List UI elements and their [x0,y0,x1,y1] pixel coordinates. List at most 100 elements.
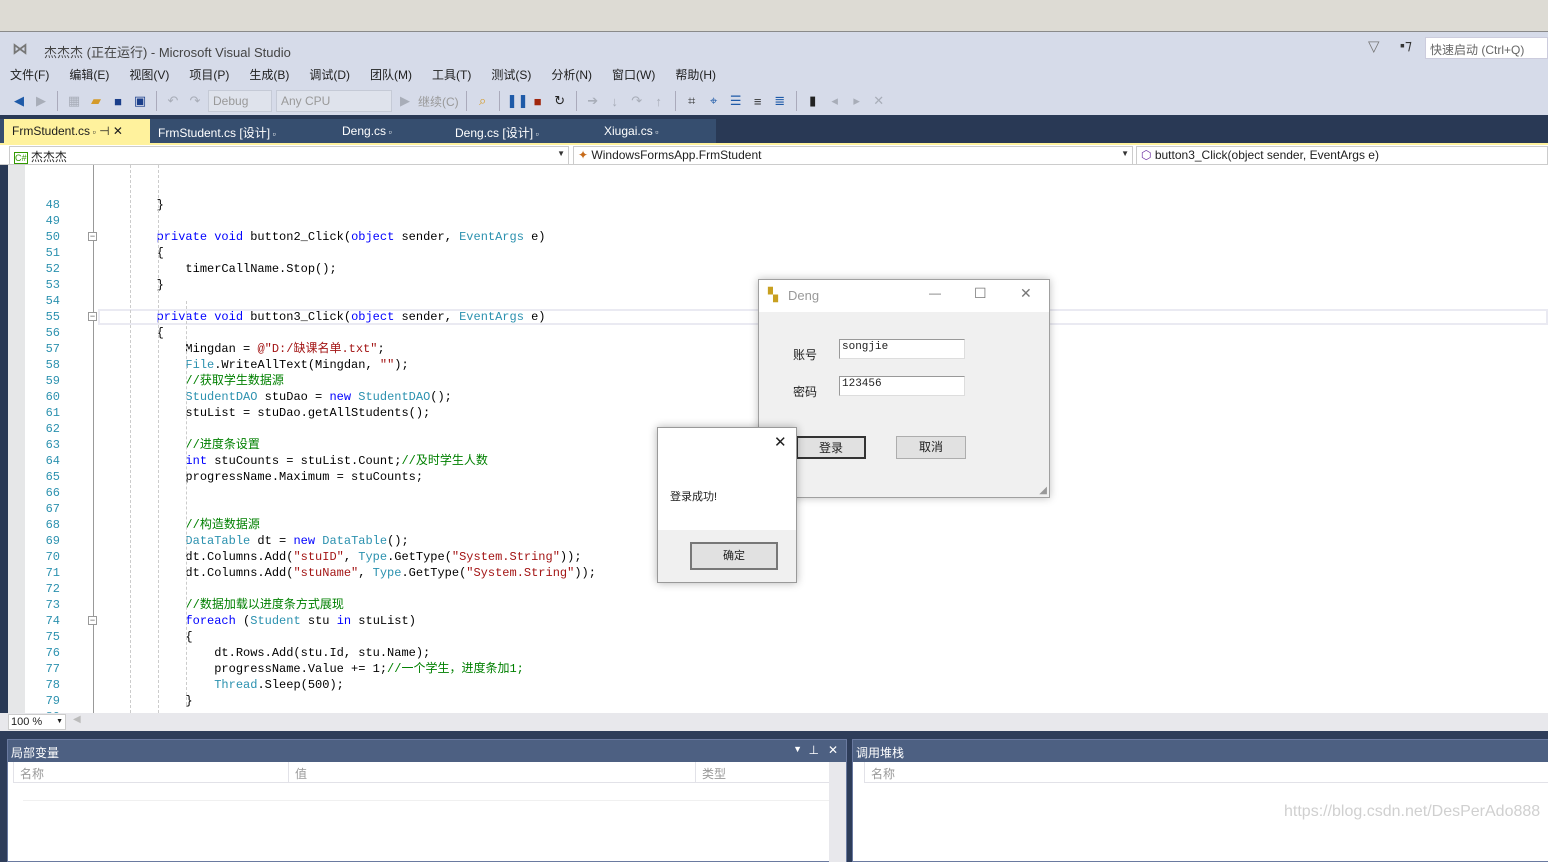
ok-button[interactable]: 确定 [690,542,778,570]
close-icon[interactable]: ✕ [828,743,838,757]
menu-item[interactable]: 文件(F) [0,63,59,85]
code-token: .WriteAllText(Mingdan, [214,358,380,372]
continue-button[interactable]: 继续(C) [418,93,459,110]
restart-icon[interactable]: ↻ [551,93,569,109]
login-button[interactable]: 登录 [796,436,866,459]
tab-document[interactable]: Deng.cs ▫ [334,119,400,143]
menu-item[interactable]: 帮助(H) [665,63,726,85]
line-number: 54 [45,294,60,308]
scroll-left-icon[interactable]: ◀ [73,714,81,725]
notification-filter-icon[interactable]: ▽ [1368,37,1380,55]
collapse-icon[interactable]: − [88,232,97,241]
prev-bookmark-icon[interactable]: ◂ [826,93,844,109]
live-tree-icon[interactable]: ☰ [727,93,745,109]
code-token: stu [300,614,337,628]
code-token: object [351,310,395,324]
column-name[interactable]: 名称 [864,762,1548,783]
clear-bookmarks-icon[interactable]: ✕ [870,93,888,109]
step-into-icon[interactable]: ↓ [606,94,624,109]
resize-grip-icon[interactable]: ◢ [1039,485,1047,496]
pin-close-icon[interactable]: ⊣ ✕ [96,124,123,138]
zoom-dropdown[interactable]: 100 % ▼ [8,714,66,730]
line-number: 73 [45,598,60,612]
feedback-icon[interactable]: ▪⁊ [1400,37,1412,54]
menu-item[interactable]: 测试(S) [481,63,541,85]
config-dropdown[interactable]: Debug [208,90,272,112]
tool-windows: 局部变量 ▼ ⊥ ✕ 名称 值 类型 调用堆栈 名称 [0,731,1548,862]
code-line: { [99,325,164,341]
code-token: //及时学生人数 [401,454,488,468]
collapse-icon[interactable]: − [88,312,97,321]
menu-item[interactable]: 生成(B) [239,63,299,85]
pause-icon[interactable]: ❚❚ [507,93,529,109]
menu-item[interactable]: 工具(T) [422,63,481,85]
open-file-icon[interactable]: ▰ [87,93,105,109]
tab-document[interactable]: FrmStudent.cs [设计] ▫ [150,119,284,143]
step-over-icon[interactable]: ↷ [628,93,646,109]
next-bookmark-icon[interactable]: ▸ [848,93,866,109]
close-icon[interactable]: ✕ [1020,285,1032,302]
member-dropdown[interactable]: ⬡ button3_Click(object sender, EventArgs… [1136,146,1548,165]
tab-document[interactable]: FrmStudent.cs ▫ ⊣ ✕ [4,119,150,143]
platform-dropdown[interactable]: Any CPU [276,90,392,112]
column-type[interactable]: 类型 [695,762,829,783]
cancel-button[interactable]: 取消 [896,436,966,459]
unindent-icon[interactable]: ≣ [771,93,789,109]
divider [156,91,157,111]
code-token: , [343,550,359,564]
pin-icon[interactable]: ⊥ [809,743,819,757]
class-dropdown[interactable]: ✦ WindowsFormsApp.FrmStudent ▼ [573,146,1133,165]
code-token: //获取学生数据源 [185,374,284,388]
collapse-icon[interactable]: − [88,616,97,625]
new-project-icon[interactable]: ▦ [65,93,83,109]
continue-icon[interactable]: ▶ [396,93,414,109]
code-token: { [99,246,164,260]
tab-document[interactable]: Xiugai.cs ▫ [596,119,666,143]
quick-launch-input[interactable]: 快速启动 (Ctrl+Q) [1425,37,1548,59]
save-all-icon[interactable]: ▣ [131,93,149,109]
scrollbar[interactable] [829,762,846,862]
code-token: progressName.Value += 1; [99,662,388,676]
account-input[interactable]: songjie [839,339,965,359]
column-value[interactable]: 值 [288,762,695,783]
save-icon[interactable]: ■ [109,94,127,109]
password-input[interactable]: 123456 [839,376,965,396]
menu-item[interactable]: 视图(V) [119,63,179,85]
stop-icon[interactable]: ■ [529,94,547,109]
forward-icon[interactable]: ▶ [32,93,50,109]
dropdown-icon[interactable]: ▼ [793,744,802,754]
code-token: Type [358,550,388,564]
menu-item[interactable]: 团队(M) [360,63,422,85]
select-element-icon[interactable]: ⌖ [705,93,723,109]
code-line: Thread.Sleep(500); [99,677,344,693]
undo-icon[interactable]: ↶ [164,93,182,109]
menu-item[interactable]: 窗口(W) [602,63,665,85]
divider [23,800,829,801]
divider [465,91,467,111]
redo-icon[interactable]: ↷ [186,93,204,109]
zoom-value: 100 % [11,716,43,728]
line-number: 52 [45,262,60,276]
bookmark-icon[interactable]: ▮ [804,93,822,109]
close-icon[interactable]: ✕ [774,433,787,451]
tab-document[interactable]: Deng.cs [设计] ▫ [447,119,547,143]
indent-icon[interactable]: ≡ [749,94,767,109]
show-next-statement-icon[interactable]: ➔ [584,93,602,109]
menu-item[interactable]: 编辑(E) [59,63,119,85]
vs-logo-icon: ⋈ [12,41,28,58]
project-dropdown[interactable]: C# 杰杰杰 ▼ [9,146,569,165]
indicator-margin[interactable] [8,165,25,713]
line-number: 65 [45,470,60,484]
maximize-icon[interactable]: ☐ [974,285,987,302]
code-line: DataTable dt = new DataTable(); [99,533,408,549]
hex-display-icon[interactable]: ⌗ [683,93,701,109]
menu-item[interactable]: 项目(P) [179,63,239,85]
column-name[interactable]: 名称 [13,762,288,783]
back-icon[interactable]: ◀ [10,93,28,109]
menu-item[interactable]: 分析(N) [541,63,602,85]
find-icon[interactable]: ⌕ [474,93,492,109]
minimize-icon[interactable]: — [929,286,941,300]
menu-item[interactable]: 调试(D) [299,63,360,85]
step-out-icon[interactable]: ↑ [650,94,668,109]
